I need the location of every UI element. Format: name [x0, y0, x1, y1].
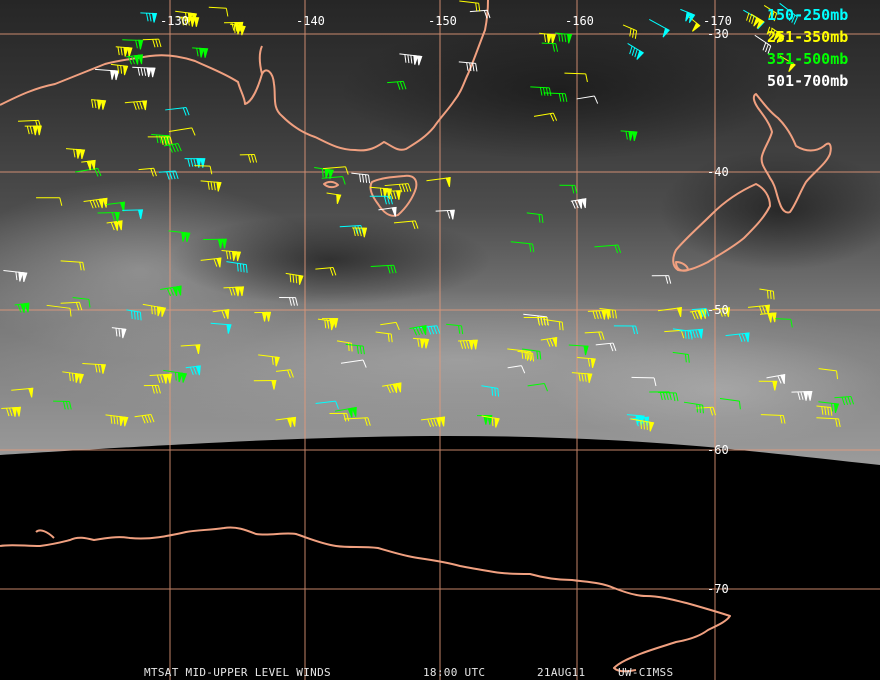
- latitude-label: -30: [707, 27, 729, 41]
- wind-barb-tick: [766, 290, 769, 299]
- product-title: MTSAT MID-UPPER LEVEL WINDS: [144, 666, 331, 679]
- wind-barb-tick: [494, 418, 497, 427]
- wind-barb-tick: [133, 311, 136, 320]
- legend-entry-150-250mb: 150-250mb: [767, 6, 848, 24]
- longitude-label: -170: [703, 14, 732, 28]
- wind-barb-tick: [640, 420, 642, 429]
- wind-barb-tick: [136, 311, 139, 320]
- latitude-label: -60: [707, 443, 729, 457]
- wind-barb-tick: [236, 25, 239, 34]
- wind-barb-tick: [491, 417, 494, 427]
- wind-barb-tick: [769, 290, 772, 300]
- wind-barb-tick: [295, 274, 298, 284]
- latitude-label: -40: [707, 165, 729, 179]
- wind-barb-tick: [233, 24, 236, 34]
- wind-barb-tick: [643, 421, 645, 430]
- wind-barb-tick: [289, 274, 292, 283]
- observation-time: 18:00 UTC: [423, 666, 485, 679]
- wind-barb-tick: [347, 342, 350, 351]
- legend-entry-351-500mb: 351-500mb: [767, 50, 848, 68]
- observation-date: 21AUG11: [537, 666, 585, 679]
- satellite-wind-map: -130 -140 -150 -160 -170 -30 -40 -50 -60…: [0, 0, 880, 680]
- wind-barb-tick: [131, 310, 133, 320]
- legend-entry-501-700mb: 501-700mb: [767, 72, 848, 90]
- wind-barb-tick: [646, 421, 648, 430]
- wind-barb-shaft: [541, 42, 556, 45]
- wind-barb-tick: [157, 306, 159, 316]
- latitude-label: -70: [707, 582, 729, 596]
- wind-barb-shaft: [631, 376, 655, 379]
- wind-barb-tick: [772, 291, 775, 300]
- wind-barb-tick: [154, 306, 156, 315]
- wind-barb-tick: [298, 275, 301, 284]
- wind-barb-tick: [292, 274, 295, 283]
- legend-entry-251-350mb: 251-350mb: [767, 28, 848, 46]
- wind-barb-tick: [139, 312, 142, 321]
- wind-barb-tick: [649, 422, 651, 431]
- longitude-label: -160: [565, 14, 594, 28]
- longitude-label: -130: [160, 14, 189, 28]
- wind-barb-shaft: [194, 165, 211, 167]
- source-credit: UW-CIMSS: [618, 666, 673, 679]
- longitude-label: -140: [296, 14, 325, 28]
- latitude-label: -50: [707, 303, 729, 317]
- longitude-label: -150: [428, 14, 457, 28]
- wind-barb-tick: [151, 305, 153, 315]
